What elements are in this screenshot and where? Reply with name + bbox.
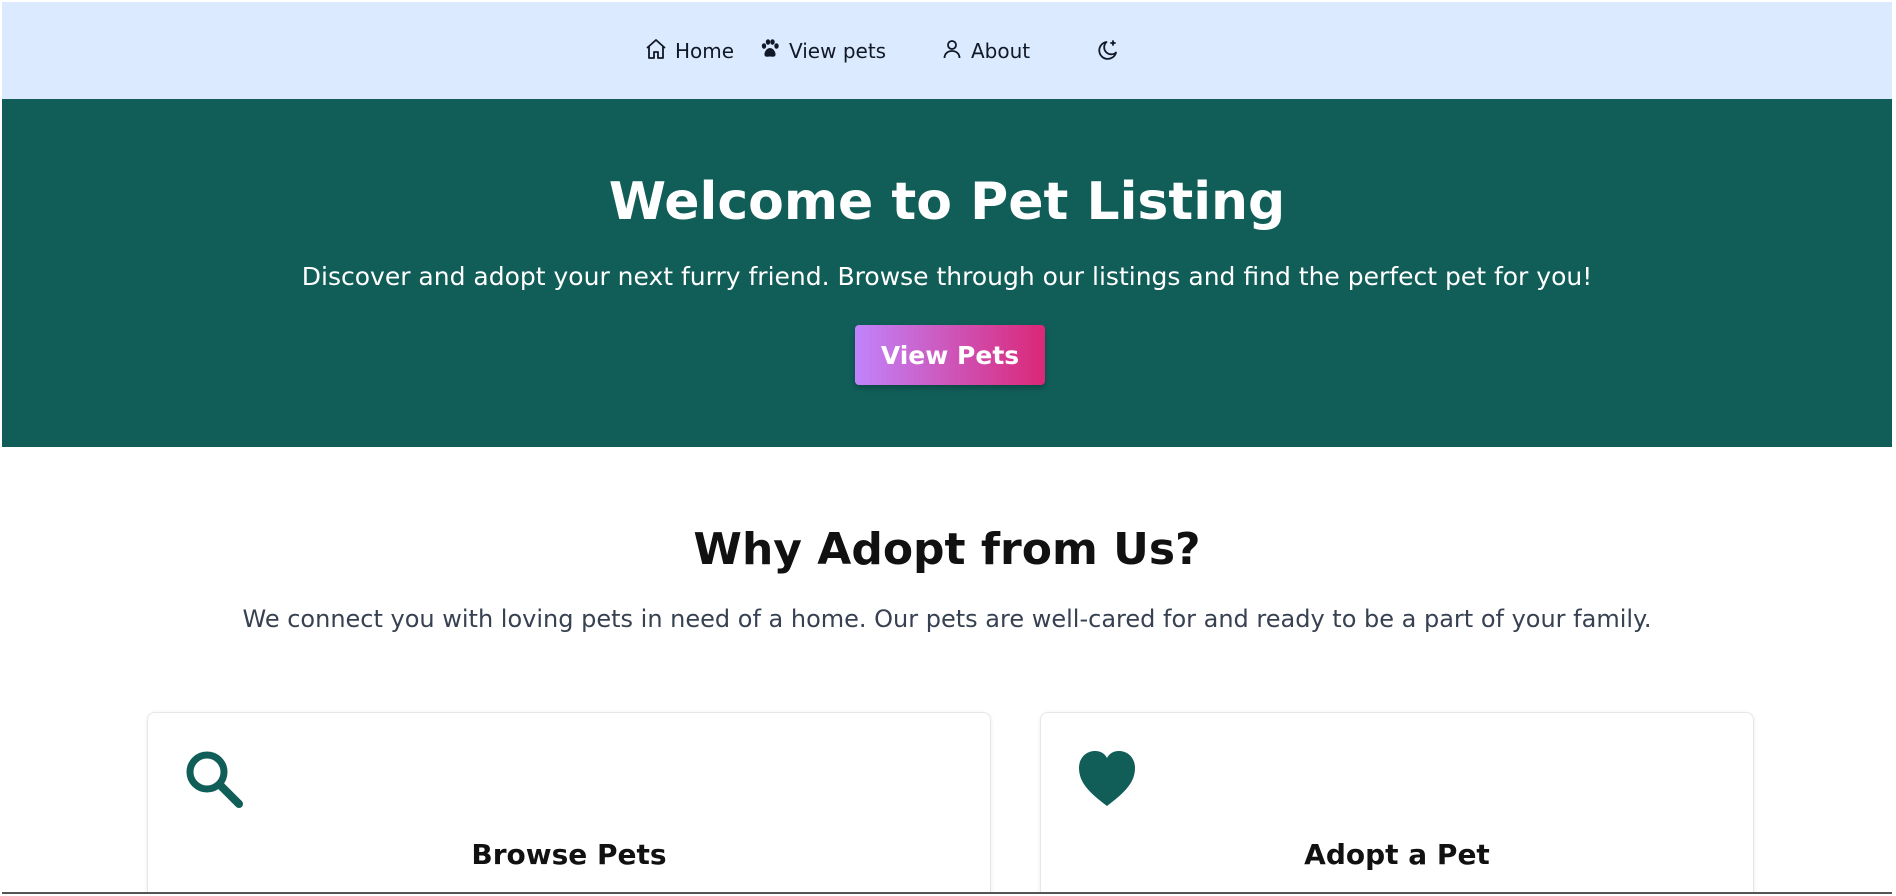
hero-section: Welcome to Pet Listing Discover and adop… — [2, 99, 1892, 447]
hero-subtitle: Discover and adopt your next furry frien… — [301, 262, 1593, 291]
nav-view-pets-link[interactable]: View pets — [758, 34, 886, 68]
view-pets-button[interactable]: View Pets — [855, 325, 1045, 385]
nav-view-pets-label: View pets — [789, 39, 887, 63]
page: Home View pets About Welcome to Pet List… — [2, 2, 1892, 894]
nav-about-link[interactable]: About — [940, 34, 1030, 68]
paw-icon — [758, 37, 782, 66]
feature-card-title: Browse Pets — [471, 838, 667, 871]
why-adopt-heading: Why Adopt from Us? — [693, 524, 1201, 575]
why-adopt-description: We connect you with loving pets in need … — [242, 605, 1652, 633]
nav-home-label: Home — [675, 39, 735, 63]
search-icon — [183, 748, 245, 810]
theme-toggle-button[interactable] — [1096, 35, 1126, 69]
nav-home-link[interactable]: Home — [644, 34, 734, 68]
hero-title: Welcome to Pet Listing — [608, 172, 1286, 232]
top-navbar: Home View pets About — [2, 2, 1892, 99]
heart-icon — [1076, 748, 1138, 810]
home-icon — [644, 37, 668, 66]
nav-about-label: About — [971, 39, 1031, 63]
feature-card-adopt: Adopt a Pet — [1040, 712, 1754, 892]
user-icon — [940, 37, 964, 66]
moon-icon — [1096, 38, 1120, 67]
feature-card-browse: Browse Pets — [147, 712, 991, 892]
feature-card-title: Adopt a Pet — [1304, 838, 1490, 871]
